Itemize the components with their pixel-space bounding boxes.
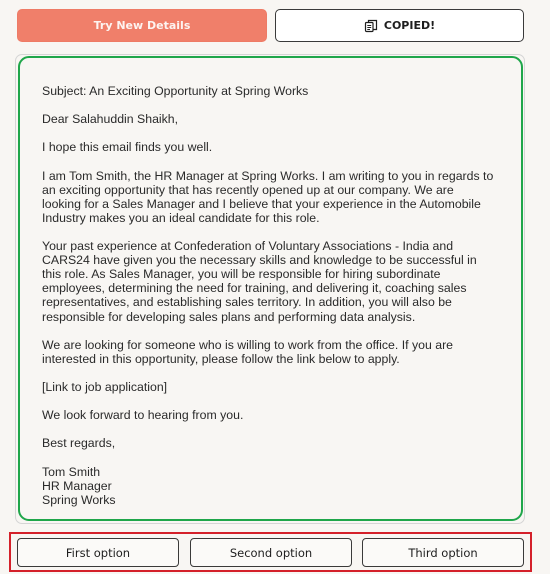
job-link-placeholder: [Link to job application] (42, 379, 168, 394)
text-line: looking for a Sales Manager and I believ… (42, 196, 481, 211)
text-line: responsible for developing sales plans a… (42, 309, 416, 324)
email-sign-off: Best regards, (42, 436, 116, 451)
copied-label: COPIED! (383, 19, 436, 32)
text-line: Your past experience at Confederation of… (42, 239, 454, 254)
text-line: I am Tom Smith, the HR Manager at Spring… (42, 168, 494, 183)
text-line: Industry makes you an ideal candidate fo… (42, 210, 320, 225)
text-line: representatives, and establishing sales … (42, 295, 452, 310)
email-paragraph-1: I am Tom Smith, the HR Manager at Spring… (42, 169, 504, 225)
text-line: interested in this opportunity, please f… (42, 351, 400, 366)
email-closing-line: We look forward to hearing from you. (42, 408, 244, 423)
third-option-button[interactable]: Third option (362, 538, 524, 567)
signature-company: Spring Works (42, 492, 116, 507)
copy-icon (364, 19, 378, 33)
text-line: this role. As Sales Manager, you will be… (42, 267, 441, 282)
second-option-button[interactable]: Second option (190, 538, 352, 567)
text-line: We are looking for someone who is willin… (42, 337, 453, 352)
email-intro: I hope this email finds you well. (42, 140, 213, 155)
text-line: CARS24 have given you the necessary skil… (42, 253, 477, 268)
first-option-button[interactable]: First option (17, 538, 179, 567)
signature-name: Tom Smith (42, 464, 101, 479)
email-subject: Subject: An Exciting Opportunity at Spri… (42, 84, 309, 98)
copied-button[interactable]: COPIED! (275, 9, 524, 42)
email-paragraph-3: We are looking for someone who is willin… (42, 338, 504, 366)
try-new-details-button[interactable]: Try New Details (17, 9, 267, 42)
email-greeting: Dear Salahuddin Shaikh, (42, 112, 179, 127)
signature-title: HR Manager (42, 478, 112, 493)
email-paragraph-2: Your past experience at Confederation of… (42, 239, 504, 324)
email-signature: Tom Smith HR Manager Spring Works (42, 465, 504, 507)
text-line: an exciting opportunity that has recentl… (42, 182, 454, 197)
email-body: Subject: An Exciting Opportunity at Spri… (42, 84, 504, 507)
text-line: employees, determining the need for trai… (42, 281, 467, 296)
